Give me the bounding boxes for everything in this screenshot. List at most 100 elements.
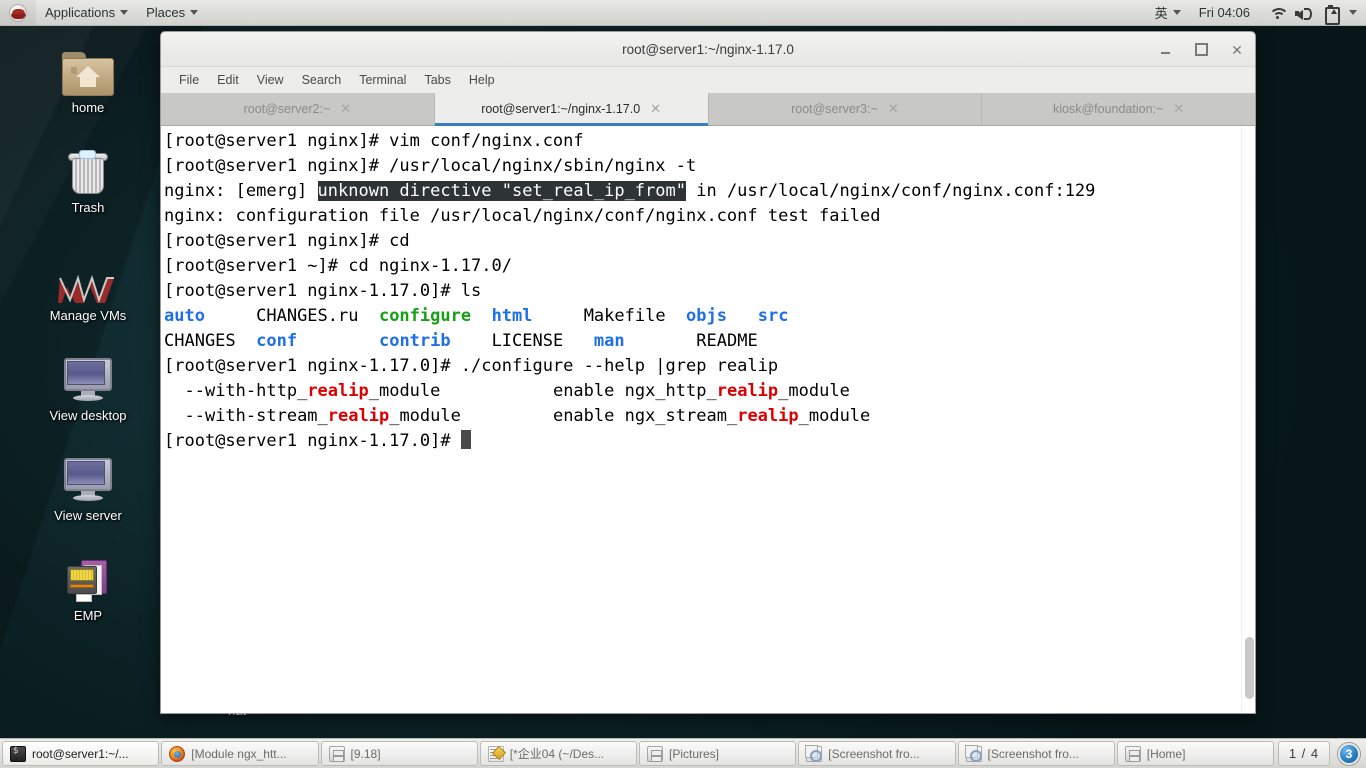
monitor-icon	[33, 348, 143, 404]
directory-name: html	[491, 306, 533, 326]
menu-bar: File Edit View Search Terminal Tabs Help	[161, 67, 1255, 93]
tab-server1-nginx[interactable]: root@server1:~/nginx-1.17.0 ✕	[434, 93, 709, 126]
desktop-icon-manage-vms[interactable]: Manage VMs	[33, 248, 143, 323]
emp-device-icon	[33, 548, 143, 604]
terminal-line: --with-stream_realip_module enable ngx_s…	[164, 404, 1241, 429]
menu-tabs[interactable]: Tabs	[416, 70, 458, 90]
desktop-icon-label: View server	[54, 508, 122, 523]
workspace-switcher[interactable]: 1 / 4	[1278, 741, 1330, 766]
directory-name: auto	[164, 306, 205, 326]
taskbar-item-pictures[interactable]: [Pictures]	[639, 741, 797, 766]
input-method-indicator[interactable]: 英	[1146, 0, 1190, 25]
tab-label: root@server2:~	[243, 102, 331, 116]
terminal-line: auto CHANGES.ru configure html Makefile …	[164, 304, 1241, 329]
menu-search[interactable]: Search	[294, 70, 350, 90]
taskbar-item-file-918[interactable]: [9.18]	[320, 741, 478, 766]
volume-icon[interactable]	[1295, 5, 1313, 21]
terminal-text: Makefile	[532, 306, 687, 326]
maximize-button[interactable]	[1193, 42, 1209, 58]
window-controls: ✕	[1157, 32, 1245, 67]
redhat-logo-icon	[9, 3, 27, 22]
tab-server2[interactable]: root@server2:~ ✕	[161, 93, 435, 125]
taskbar-item-terminal[interactable]: root@server1:~/...	[2, 741, 160, 766]
terminal-line: [root@server1 nginx-1.17.0]#	[164, 429, 1241, 454]
menu-file[interactable]: File	[171, 70, 207, 90]
terminal-output[interactable]: [root@server1 nginx]# vim conf/nginx.con…	[161, 126, 1241, 713]
redhat-menu-button[interactable]	[0, 0, 36, 25]
clock-label: Fri 04:06	[1198, 5, 1250, 20]
close-icon[interactable]: ✕	[1173, 101, 1184, 117]
window-title: root@server1:~/nginx-1.17.0	[622, 41, 794, 57]
terminal-text: --with-stream_	[164, 406, 328, 426]
terminal-text: [root@server1 nginx]# vim conf/nginx.con…	[164, 131, 584, 151]
terminal-text: _module	[778, 381, 850, 401]
battery-icon[interactable]	[1322, 4, 1340, 25]
chevron-down-icon[interactable]	[1349, 10, 1357, 15]
terminal-text: README	[624, 331, 758, 351]
clock[interactable]: Fri 04:06	[1190, 0, 1259, 25]
terminal-text: _module enable ngx_http_	[368, 381, 717, 401]
taskbar-item-label: [Home]	[1146, 746, 1186, 761]
trash-icon	[33, 140, 143, 196]
desktop-icon-trash[interactable]: Trash	[33, 140, 143, 215]
grep-match: realip	[327, 406, 390, 426]
applications-menu[interactable]: Applications	[36, 0, 137, 25]
tab-kiosk-foundation[interactable]: kiosk@foundation:~ ✕	[982, 93, 1255, 125]
applications-menu-label: Applications	[45, 5, 116, 20]
minimize-button[interactable]	[1157, 42, 1173, 58]
taskbar-item-editor[interactable]: [*企业04 (~/Des...	[479, 741, 637, 766]
terminal-text: [root@server1 ~]# cd nginx-1.17.0/	[164, 256, 512, 276]
desktop-icon-emp[interactable]: EMP	[33, 548, 143, 623]
places-menu[interactable]: Places	[137, 0, 207, 25]
close-button[interactable]: ✕	[1229, 42, 1245, 58]
screenshot-icon	[805, 744, 823, 762]
menu-terminal[interactable]: Terminal	[351, 70, 414, 90]
taskbar-item-home[interactable]: [Home]	[1116, 741, 1274, 766]
taskbar: root@server1:~/... [Module ngx_htt... [9…	[0, 738, 1366, 768]
taskbar-item-label: root@server1:~/...	[32, 746, 129, 761]
terminal-text: [root@server1 nginx-1.17.0]#	[164, 431, 461, 451]
terminal-text: _module enable ngx_stream_	[389, 406, 738, 426]
top-panel: Applications Places 英 Fri 04:06	[0, 0, 1366, 26]
menu-edit[interactable]: Edit	[209, 70, 247, 90]
terminal-text: [root@server1 nginx]# cd	[164, 231, 410, 251]
file-manager-icon	[647, 745, 663, 762]
wifi-icon[interactable]	[1268, 5, 1289, 21]
file-manager-icon	[1124, 745, 1141, 762]
close-icon[interactable]: ✕	[650, 101, 661, 117]
desktop-icon-home[interactable]: home	[33, 40, 143, 115]
terminal-window: root@server1:~/nginx-1.17.0 ✕ File Edit …	[160, 31, 1256, 714]
desktop-icon-label: View desktop	[49, 408, 127, 423]
taskbar-item-firefox[interactable]: [Module ngx_htt...	[161, 741, 319, 766]
desktop-icon-label: Trash	[71, 200, 105, 215]
terminal-line: [root@server1 ~]# cd nginx-1.17.0/	[164, 254, 1241, 279]
close-icon[interactable]: ✕	[340, 101, 351, 117]
scrollbar-thumb[interactable]	[1245, 637, 1254, 699]
tab-server3[interactable]: root@server3:~ ✕	[708, 93, 983, 125]
directory-name: contrib	[378, 331, 451, 351]
tab-label: root@server1:~/nginx-1.17.0	[481, 102, 641, 116]
chevron-down-icon	[120, 10, 129, 15]
terminal-text: in /usr/local/nginx/conf/nginx.conf:129	[686, 181, 1096, 201]
terminal-text: LICENSE	[450, 331, 594, 351]
terminal-scrollbar[interactable]	[1241, 126, 1255, 713]
close-icon[interactable]: ✕	[888, 101, 899, 117]
window-titlebar[interactable]: root@server1:~/nginx-1.17.0 ✕	[161, 32, 1255, 67]
menu-help[interactable]: Help	[461, 70, 503, 90]
chevron-down-icon	[1172, 10, 1181, 15]
taskbar-item-screenshot-1[interactable]: [Screenshot fro...	[798, 741, 956, 766]
taskbar-item-screenshot-2[interactable]: [Screenshot fro...	[957, 741, 1115, 766]
notification-badge[interactable]: 3	[1338, 742, 1360, 765]
home-folder-icon	[33, 40, 143, 96]
directory-name: objs	[686, 306, 727, 326]
taskbar-item-label: [Screenshot fro...	[987, 746, 1079, 761]
system-tray[interactable]	[1259, 0, 1366, 25]
desktop-icon-view-desktop[interactable]: View desktop	[33, 348, 143, 423]
tab-label: kiosk@foundation:~	[1053, 102, 1164, 116]
terminal-body[interactable]: [root@server1 nginx]# vim conf/nginx.con…	[161, 126, 1255, 713]
terminal-icon	[10, 745, 26, 762]
file-manager-icon	[328, 745, 345, 762]
desktop-icon-view-server[interactable]: View server	[33, 448, 143, 523]
menu-view[interactable]: View	[249, 70, 292, 90]
